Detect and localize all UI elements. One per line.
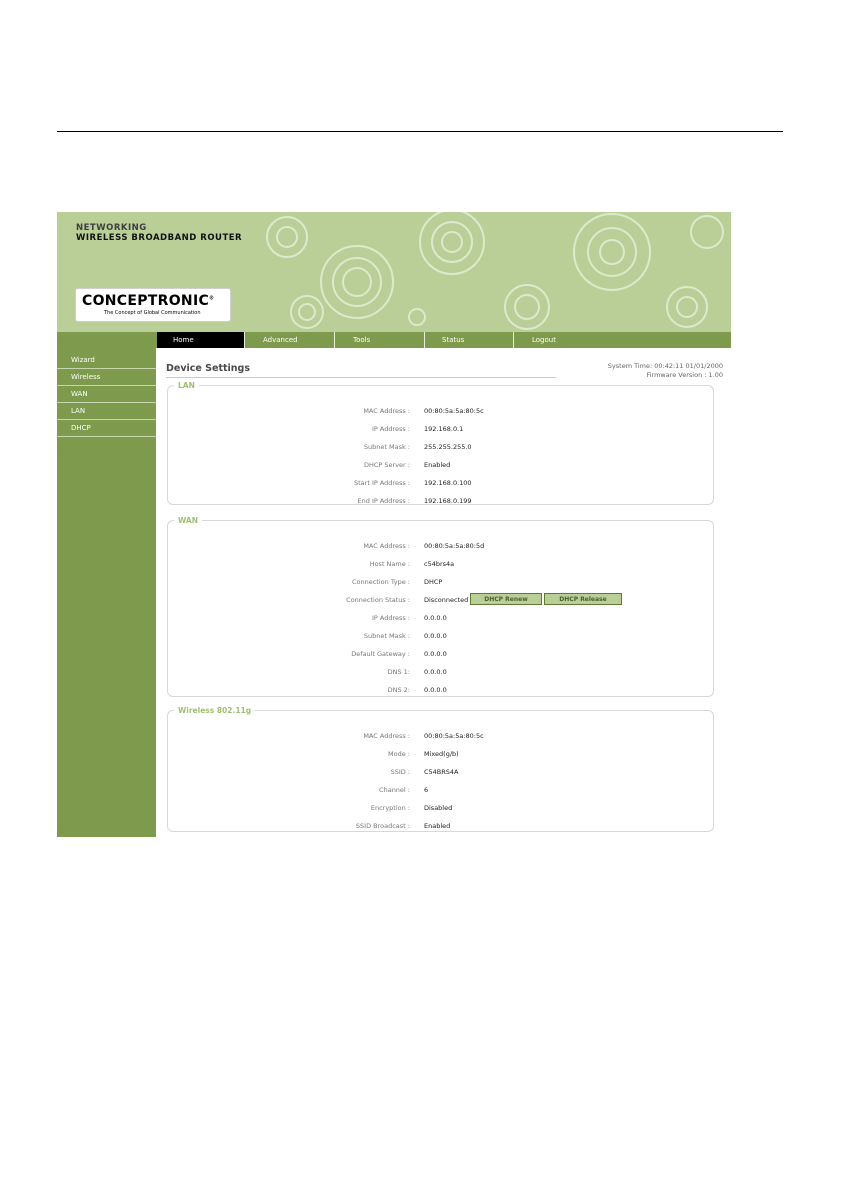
field-label: SSID :: [390, 768, 410, 776]
field-value: 255.255.255.0: [424, 443, 472, 451]
sidebar: Wizard Wireless WAN LAN DHCP: [57, 348, 156, 837]
field-label: DNS 1:: [387, 668, 410, 676]
wireless-row: Mode : Mixed(g/b): [168, 748, 713, 760]
field-label: IP Address :: [371, 425, 410, 433]
field-value: 00:80:5a:5a:80:5c: [424, 732, 484, 740]
wan-row: Default Gateway : 0.0.0.0: [168, 648, 713, 660]
wan-section: WAN MAC Address : 00:80:5a:5a:80:5d Host …: [167, 516, 714, 697]
wireless-row: MAC Address : 00:80:5a:5a:80:5c: [168, 730, 713, 742]
logo-tagline: The Concept of Global Communication: [104, 310, 201, 316]
page-title: Device Settings: [166, 363, 251, 374]
field-label: End IP Address :: [357, 497, 410, 505]
wan-row: DNS 2: 0.0.0.0: [168, 684, 713, 696]
field-label: Subnet Mask :: [363, 443, 410, 451]
field-value: 00:80:5a:5a:80:5c: [424, 407, 484, 415]
field-value: 6: [424, 786, 429, 794]
field-value: 0.0.0.0: [424, 650, 447, 658]
wireless-row: Encryption : Disabled: [168, 802, 713, 814]
conceptronic-logo: CONCEPTRONIC® The Concept of Global Comm…: [75, 288, 231, 322]
field-value: Mixed(g/b): [424, 750, 459, 758]
tab-tools[interactable]: Tools: [337, 332, 425, 348]
field-label: SSID Broadcast :: [355, 822, 410, 830]
field-value: 0.0.0.0: [424, 668, 447, 676]
wireless-legend: Wireless 802.11g: [178, 706, 252, 715]
logo-name: CONCEPTRONIC®: [82, 293, 215, 309]
field-value: DHCP: [424, 578, 443, 586]
top-nav: Home Advanced Tools Status Logout: [57, 332, 731, 348]
lan-row: Start IP Address : 192.168.0.100: [168, 477, 713, 489]
lan-row: MAC Address : 00:80:5a:5a:80:5c: [168, 405, 713, 417]
firmware-version: Firmware Version : 1.00: [646, 371, 723, 379]
header-banner: NETWORKING WIRELESS BROADBAND ROUTER CON…: [57, 212, 731, 332]
field-value: C54BRS4A: [424, 768, 459, 776]
wireless-row: Channel : 6: [168, 784, 713, 796]
field-label: DHCP Server :: [364, 461, 410, 469]
lan-section: LAN MAC Address : 00:80:5a:5a:80:5c IP Ad…: [167, 381, 714, 505]
lan-row: End IP Address : 192.168.0.199: [168, 495, 713, 507]
wireless-row: SSID : C54BRS4A: [168, 766, 713, 778]
tab-status[interactable]: Status: [426, 332, 514, 348]
wan-row: Host Name : c54brs4a: [168, 558, 713, 570]
page-top-rule: [57, 131, 783, 132]
product-line-label: NETWORKING: [76, 223, 147, 233]
wireless-section: Wireless 802.11g MAC Address : 00:80:5a:5…: [167, 706, 714, 832]
field-value: 192.168.0.1: [424, 425, 464, 433]
wan-row: Connection Type : DHCP: [168, 576, 713, 588]
sidebar-item-wan[interactable]: WAN: [57, 386, 156, 403]
tab-home[interactable]: Home: [157, 332, 245, 348]
field-label: MAC Address :: [363, 732, 410, 740]
dhcp-renew-button[interactable]: DHCP Renew: [470, 593, 542, 605]
wan-legend: WAN: [178, 516, 199, 525]
system-time: System Time: 00:42:11 01/01/2000: [607, 362, 723, 370]
lan-row: DHCP Server : Enabled: [168, 459, 713, 471]
field-label: IP Address :: [371, 614, 410, 622]
router-admin-screenshot: NETWORKING WIRELESS BROADBAND ROUTER CON…: [57, 212, 731, 837]
wan-row: DNS 1: 0.0.0.0: [168, 666, 713, 678]
field-label: Connection Type :: [351, 578, 410, 586]
field-value: c54brs4a: [424, 560, 455, 568]
field-label: MAC Address :: [363, 407, 410, 415]
field-label: Mode :: [388, 750, 410, 758]
field-label: Encryption :: [370, 804, 410, 812]
field-value: Enabled: [424, 461, 451, 469]
field-value: 192.168.0.100: [424, 479, 472, 487]
product-name-label: WIRELESS BROADBAND ROUTER: [76, 233, 243, 243]
field-value: Disabled: [424, 804, 453, 812]
main-content: Device Settings System Time: 00:42:11 01…: [156, 348, 731, 837]
sidebar-item-wizard[interactable]: Wizard: [57, 352, 156, 369]
tab-logout[interactable]: Logout: [516, 332, 604, 348]
sidebar-item-dhcp[interactable]: DHCP: [57, 420, 156, 437]
field-label: MAC Address :: [363, 542, 410, 550]
system-info: System Time: 00:42:11 01/01/2000 Firmwar…: [608, 362, 723, 380]
dhcp-release-button[interactable]: DHCP Release: [544, 593, 622, 605]
lan-legend: LAN: [178, 381, 195, 390]
wan-row: Subnet Mask : 0.0.0.0: [168, 630, 713, 642]
field-value: 0.0.0.0: [424, 686, 447, 694]
lan-row: Subnet Mask : 255.255.255.0: [168, 441, 713, 453]
field-label: DNS 2:: [387, 686, 410, 694]
connection-status-value: Disconnected: [424, 596, 469, 604]
field-value: 192.168.0.199: [424, 497, 472, 505]
field-value: 0.0.0.0: [424, 614, 447, 622]
tab-advanced[interactable]: Advanced: [247, 332, 335, 348]
field-label: Start IP Address :: [354, 479, 410, 487]
field-value: 00:80:5a:5a:80:5d: [424, 542, 485, 550]
wan-row: Connection Status : Disconnected DHCP Re…: [168, 593, 713, 606]
title-divider: [166, 377, 556, 378]
lan-row: IP Address : 192.168.0.1: [168, 423, 713, 435]
field-value: 0.0.0.0: [424, 632, 447, 640]
wireless-row: SSID Broadcast : Enabled: [168, 820, 713, 832]
field-label: Subnet Mask :: [363, 632, 410, 640]
wan-row: IP Address : 0.0.0.0: [168, 612, 713, 624]
sidebar-item-lan[interactable]: LAN: [57, 403, 156, 420]
wan-row: MAC Address : 00:80:5a:5a:80:5d: [168, 540, 713, 552]
field-label: Connection Status :: [346, 596, 410, 604]
field-value: Enabled: [424, 822, 451, 830]
field-label: Channel :: [379, 786, 410, 794]
field-label: Host Name :: [369, 560, 410, 568]
field-label: Default Gateway :: [351, 650, 410, 658]
sidebar-item-wireless[interactable]: Wireless: [57, 369, 156, 386]
